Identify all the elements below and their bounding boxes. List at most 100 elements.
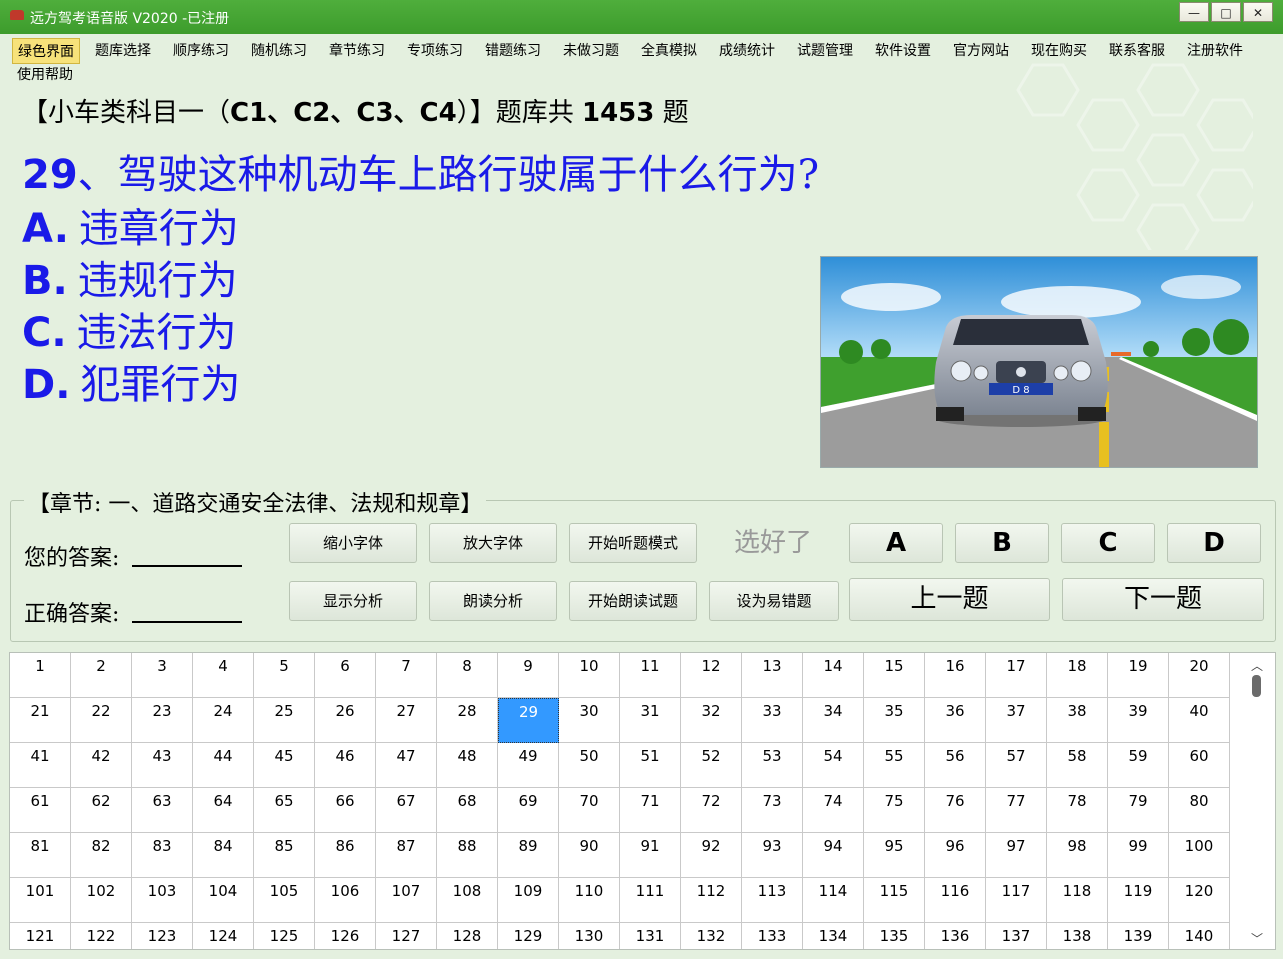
- question-cell[interactable]: 55: [864, 743, 925, 788]
- menu-scores[interactable]: 成绩统计: [714, 38, 780, 62]
- question-cell[interactable]: 4: [193, 653, 254, 698]
- question-cell[interactable]: 11: [620, 653, 681, 698]
- question-cell[interactable]: 26: [315, 698, 376, 743]
- question-cell[interactable]: 97: [986, 833, 1047, 878]
- menu-wrong[interactable]: 错题练习: [480, 38, 546, 62]
- question-cell[interactable]: 91: [620, 833, 681, 878]
- question-cell[interactable]: 85: [254, 833, 315, 878]
- question-cell[interactable]: 64: [193, 788, 254, 833]
- question-cell[interactable]: 43: [132, 743, 193, 788]
- question-cell[interactable]: 65: [254, 788, 315, 833]
- menu-green-theme[interactable]: 绿色界面: [12, 38, 80, 64]
- question-cell[interactable]: 66: [315, 788, 376, 833]
- question-cell[interactable]: 53: [742, 743, 803, 788]
- menu-buy[interactable]: 现在购买: [1026, 38, 1092, 62]
- question-cell[interactable]: 109: [498, 878, 559, 923]
- question-cell[interactable]: 73: [742, 788, 803, 833]
- question-cell[interactable]: 5: [254, 653, 315, 698]
- read-question-button[interactable]: 开始朗读试题: [569, 581, 697, 621]
- question-cell[interactable]: 9: [498, 653, 559, 698]
- question-cell[interactable]: 16: [925, 653, 986, 698]
- question-cell[interactable]: 22: [71, 698, 132, 743]
- question-cell[interactable]: 98: [1047, 833, 1108, 878]
- question-cell[interactable]: 40: [1169, 698, 1230, 743]
- question-cell[interactable]: 35: [864, 698, 925, 743]
- question-cell[interactable]: 42: [71, 743, 132, 788]
- option-a[interactable]: A. 违章行为: [22, 196, 239, 254]
- question-cell[interactable]: 115: [864, 878, 925, 923]
- question-cell[interactable]: 8: [437, 653, 498, 698]
- question-cell[interactable]: 59: [1108, 743, 1169, 788]
- grid-scrollbar[interactable]: ︿ ﹀: [1239, 653, 1275, 949]
- menu-website[interactable]: 官方网站: [948, 38, 1014, 62]
- question-cell[interactable]: 78: [1047, 788, 1108, 833]
- question-cell[interactable]: 83: [132, 833, 193, 878]
- question-cell[interactable]: 57: [986, 743, 1047, 788]
- question-cell[interactable]: 96: [925, 833, 986, 878]
- menu-special[interactable]: 专项练习: [402, 38, 468, 62]
- question-cell[interactable]: 99: [1108, 833, 1169, 878]
- question-cell[interactable]: 132: [681, 923, 742, 949]
- question-cell[interactable]: 45: [254, 743, 315, 788]
- question-cell[interactable]: 89: [498, 833, 559, 878]
- menu-help[interactable]: 使用帮助: [12, 62, 78, 86]
- menu-settings[interactable]: 软件设置: [870, 38, 936, 62]
- question-cell[interactable]: 108: [437, 878, 498, 923]
- question-cell[interactable]: 95: [864, 833, 925, 878]
- question-cell[interactable]: 2: [71, 653, 132, 698]
- question-cell[interactable]: 79: [1108, 788, 1169, 833]
- option-d[interactable]: D. 犯罪行为: [22, 352, 240, 410]
- question-cell[interactable]: 100: [1169, 833, 1230, 878]
- question-cell[interactable]: 80: [1169, 788, 1230, 833]
- question-cell[interactable]: 33: [742, 698, 803, 743]
- question-cell[interactable]: 74: [803, 788, 864, 833]
- option-c[interactable]: C. 违法行为: [22, 300, 237, 358]
- question-cell[interactable]: 39: [1108, 698, 1169, 743]
- question-cell[interactable]: 37: [986, 698, 1047, 743]
- menu-question-manage[interactable]: 试题管理: [792, 38, 858, 62]
- scroll-thumb[interactable]: [1252, 675, 1261, 697]
- question-cell[interactable]: 87: [376, 833, 437, 878]
- menu-random[interactable]: 随机练习: [246, 38, 312, 62]
- question-cell[interactable]: 34: [803, 698, 864, 743]
- question-cell[interactable]: 116: [925, 878, 986, 923]
- question-cell[interactable]: 38: [1047, 698, 1108, 743]
- question-cell[interactable]: 21: [10, 698, 71, 743]
- question-cell[interactable]: 46: [315, 743, 376, 788]
- question-cell[interactable]: 49: [498, 743, 559, 788]
- question-cell[interactable]: 30: [559, 698, 620, 743]
- question-cell[interactable]: 27: [376, 698, 437, 743]
- question-cell[interactable]: 84: [193, 833, 254, 878]
- question-cell[interactable]: 124: [193, 923, 254, 949]
- question-cell[interactable]: 71: [620, 788, 681, 833]
- question-cell[interactable]: 63: [132, 788, 193, 833]
- question-cell[interactable]: 51: [620, 743, 681, 788]
- listen-mode-button[interactable]: 开始听题模式: [569, 523, 697, 563]
- question-cell[interactable]: 67: [376, 788, 437, 833]
- read-analysis-button[interactable]: 朗读分析: [429, 581, 557, 621]
- question-cell[interactable]: 24: [193, 698, 254, 743]
- question-cell[interactable]: 88: [437, 833, 498, 878]
- question-cell[interactable]: 102: [71, 878, 132, 923]
- confirm-selection-button[interactable]: 选好了: [709, 523, 837, 563]
- question-cell[interactable]: 70: [559, 788, 620, 833]
- question-cell[interactable]: 90: [559, 833, 620, 878]
- question-cell[interactable]: 81: [10, 833, 71, 878]
- question-cell[interactable]: 14: [803, 653, 864, 698]
- question-cell[interactable]: 103: [132, 878, 193, 923]
- menu-simulation[interactable]: 全真模拟: [636, 38, 702, 62]
- question-cell[interactable]: 25: [254, 698, 315, 743]
- question-cell[interactable]: 32: [681, 698, 742, 743]
- show-analysis-button[interactable]: 显示分析: [289, 581, 417, 621]
- question-cell[interactable]: 111: [620, 878, 681, 923]
- question-cell[interactable]: 93: [742, 833, 803, 878]
- question-cell[interactable]: 72: [681, 788, 742, 833]
- question-cell[interactable]: 134: [803, 923, 864, 949]
- question-cell[interactable]: 60: [1169, 743, 1230, 788]
- question-cell[interactable]: 19: [1108, 653, 1169, 698]
- question-cell[interactable]: 15: [864, 653, 925, 698]
- question-cell[interactable]: 94: [803, 833, 864, 878]
- next-question-button[interactable]: 下一题: [1062, 578, 1264, 621]
- question-cell[interactable]: 118: [1047, 878, 1108, 923]
- question-cell[interactable]: 86: [315, 833, 376, 878]
